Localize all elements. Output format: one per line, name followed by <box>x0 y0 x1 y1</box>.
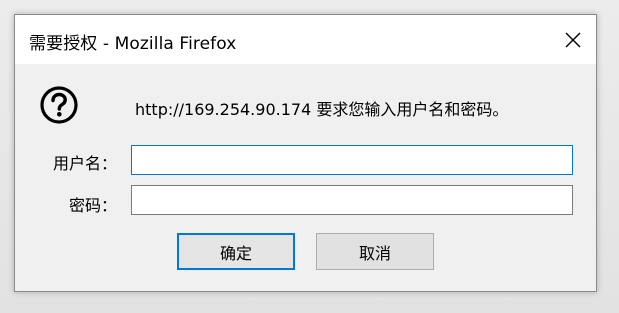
cancel-button[interactable]: 取消 <box>316 233 434 270</box>
password-field[interactable] <box>131 185 573 215</box>
close-icon <box>565 32 581 47</box>
auth-message: http://169.254.90.174 要求您输入用户名和密码。 <box>135 100 509 119</box>
question-icon <box>40 86 78 124</box>
username-field[interactable] <box>131 145 573 175</box>
auth-dialog: 需要授权 - Mozilla Firefox http://169.254.90… <box>14 14 597 292</box>
close-button[interactable] <box>550 15 596 64</box>
password-label: 密码： <box>68 196 117 215</box>
window-title: 需要授权 - Mozilla Firefox <box>29 34 237 54</box>
ok-button[interactable]: 确定 <box>177 233 295 270</box>
username-label: 用户名： <box>52 154 117 173</box>
title-bar[interactable]: 需要授权 - Mozilla Firefox <box>15 15 596 64</box>
